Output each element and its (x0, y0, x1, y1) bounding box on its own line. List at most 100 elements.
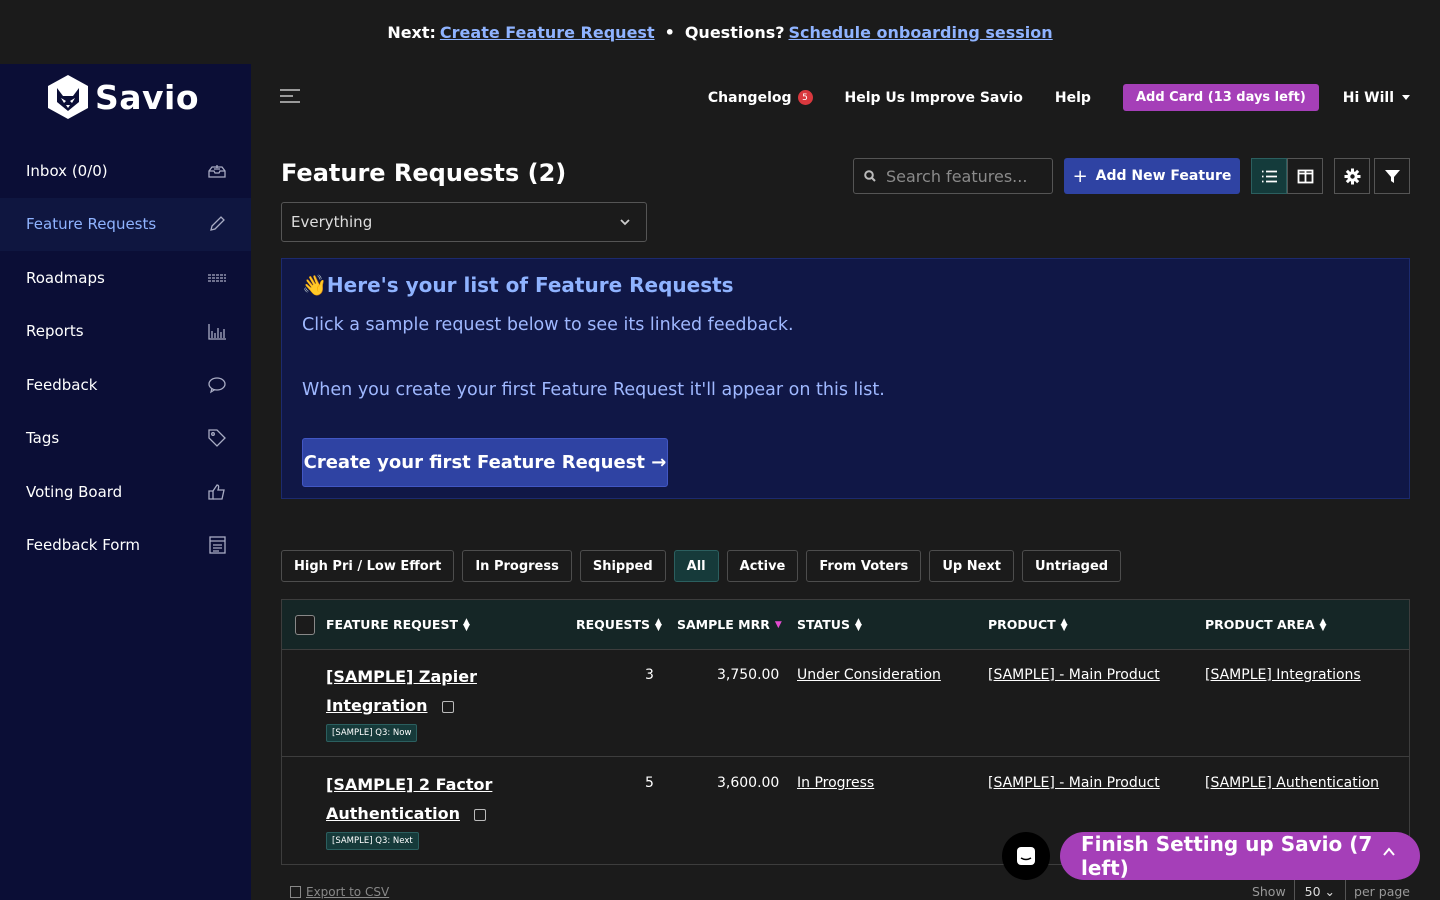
select-all-checkbox[interactable] (295, 615, 315, 635)
sidebar-item-inbox[interactable]: Inbox (0/0) (0, 144, 251, 198)
chip-untriaged[interactable]: Untriaged (1022, 550, 1122, 582)
sidebar-nav: Inbox (0/0) Feature Requests Roadmaps Re… (0, 144, 251, 572)
sidebar-item-roadmaps[interactable]: Roadmaps (0, 251, 251, 305)
sidebar-item-label: Tags (26, 429, 60, 448)
column-product[interactable]: PRODUCT ▲ ▼ (988, 617, 1068, 632)
feature-title-text: [SAMPLE] Zapier Integration (326, 667, 477, 715)
sort-desc-icon: ▼ (774, 619, 782, 630)
logo[interactable]: Savio (47, 74, 199, 120)
status-link[interactable]: Under Consideration (797, 667, 941, 683)
inbox-icon (208, 164, 226, 178)
note-icon (441, 700, 454, 713)
sort-icon: ▲ ▼ (1319, 616, 1327, 633)
sidebar-item-label: Feedback Form (26, 536, 140, 555)
search-icon (864, 170, 876, 182)
product-area-link[interactable]: [SAMPLE] Authentication (1205, 775, 1379, 791)
chip-up-next[interactable]: Up Next (929, 550, 1014, 582)
create-first-feature-request-button[interactable]: Create your first Feature Request → (302, 438, 668, 487)
export-csv-link[interactable]: Export to CSV (290, 885, 389, 899)
feature-title[interactable]: [SAMPLE] 2 Factor Authentication (326, 770, 506, 828)
add-new-feature-button[interactable]: + Add New Feature (1064, 158, 1240, 194)
funnel-icon (1384, 169, 1400, 183)
product-area-link[interactable]: [SAMPLE] Integrations (1205, 667, 1361, 683)
column-product-area[interactable]: PRODUCT AREA ▲ ▼ (1205, 617, 1326, 632)
product-link[interactable]: [SAMPLE] - Main Product (988, 775, 1160, 791)
chip-all[interactable]: All (673, 550, 719, 582)
sidebar-item-feedback-form[interactable]: Feedback Form (0, 519, 251, 573)
column-feature-request[interactable]: FEATURE REQUEST ▲ ▼ (326, 617, 470, 632)
next-label: Next: (387, 22, 436, 42)
column-label: PRODUCT (988, 617, 1056, 632)
changelog-link[interactable]: Changelog 5 (708, 90, 813, 106)
table-row[interactable]: [SAMPLE] Zapier Integration [SAMPLE] Q3:… (282, 650, 1409, 757)
chat-launcher-button[interactable] (1002, 832, 1050, 880)
feature-requests-table: FEATURE REQUEST ▲ ▼ REQUESTS ▲ ▼ SAMPLE MRR ▼… (281, 599, 1410, 865)
help-link[interactable]: Help (1055, 90, 1091, 106)
header-nav: Changelog 5 Help Us Improve Savio Help A… (676, 84, 1410, 111)
add-feature-label: Add New Feature (1095, 168, 1232, 184)
info-line-1: Click a sample request below to see its … (302, 315, 794, 335)
chip-active[interactable]: Active (726, 550, 799, 582)
sidebar-toggle-button[interactable] (279, 86, 301, 106)
schedule-onboarding-link[interactable]: Schedule onboarding session (789, 23, 1053, 42)
chevron-down-icon (620, 219, 630, 226)
plus-icon: + (1072, 165, 1088, 187)
sidebar-item-feature-requests[interactable]: Feature Requests (0, 197, 251, 251)
sidebar-item-tags[interactable]: Tags (0, 412, 251, 466)
sidebar-item-reports[interactable]: Reports (0, 305, 251, 359)
info-heading: 👋Here's your list of Feature Requests (302, 273, 734, 297)
board-view-button[interactable] (1287, 158, 1323, 194)
thumbs-up-icon (208, 484, 225, 500)
improve-savio-link[interactable]: Help Us Improve Savio (845, 90, 1023, 106)
columns-icon (1297, 169, 1313, 183)
per-page-select[interactable]: 50 ⌄ (1293, 880, 1347, 900)
tag-text: [SAMPLE] Q3: Next (332, 836, 413, 846)
chip-shipped[interactable]: Shipped (579, 550, 666, 582)
tag-text: [SAMPLE] Q3: Now (332, 728, 412, 738)
search-input[interactable]: Search features... (853, 158, 1053, 194)
search-placeholder: Search features... (886, 166, 1028, 186)
sidebar-item-label: Roadmaps (26, 268, 105, 287)
sort-icon: ▲ ▼ (655, 616, 662, 633)
chip-high-pri-low-effort[interactable]: High Pri / Low Effort (281, 550, 455, 582)
roadmap-icon (208, 274, 226, 282)
column-label: PRODUCT AREA (1205, 617, 1315, 632)
column-requests[interactable]: REQUESTS ▲ ▼ (576, 617, 662, 632)
chat-icon (1017, 847, 1035, 865)
column-sample-mrr[interactable]: SAMPLE MRR ▼ (677, 617, 782, 632)
questions-label: Questions? (684, 22, 785, 42)
sort-icon: ▲ ▼ (854, 616, 862, 633)
list-icon (1261, 170, 1277, 182)
gear-icon (1344, 168, 1360, 184)
sidebar-item-voting-board[interactable]: Voting Board (0, 465, 251, 519)
product-link[interactable]: [SAMPLE] - Main Product (988, 667, 1160, 683)
sort-icon: ▲ ▼ (462, 616, 470, 633)
chip-from-voters[interactable]: From Voters (806, 550, 922, 582)
status-link[interactable]: In Progress (797, 775, 874, 791)
settings-button[interactable] (1334, 158, 1370, 194)
add-card-button[interactable]: Add Card (13 days left) (1122, 84, 1319, 111)
list-view-button[interactable] (1251, 158, 1287, 194)
finish-setup-widget[interactable]: Finish Setting up Savio (7 left) (1060, 832, 1420, 880)
roadmap-tag: [SAMPLE] Q3: Next (326, 832, 419, 850)
create-feature-request-link[interactable]: Create Feature Request (440, 23, 655, 42)
bar-chart-icon (208, 324, 226, 340)
sidebar-item-feedback[interactable]: Feedback (0, 358, 251, 412)
column-label: FEATURE REQUEST (326, 617, 458, 632)
column-label: SAMPLE MRR (677, 617, 770, 632)
feature-title-text: [SAMPLE] 2 Factor Authentication (326, 775, 493, 823)
mrr-value: 3,600.00 (717, 775, 780, 791)
filter-value: Everything (291, 213, 373, 231)
roadmap-tag: [SAMPLE] Q3: Now (326, 724, 418, 742)
file-icon (290, 886, 301, 898)
chevron-up-icon (1383, 847, 1395, 856)
tag-icon (208, 429, 226, 448)
feature-title[interactable]: [SAMPLE] Zapier Integration (326, 662, 506, 720)
filter-button[interactable] (1374, 158, 1410, 194)
column-status[interactable]: STATUS ▲ ▼ (797, 617, 862, 632)
chip-in-progress[interactable]: In Progress (462, 550, 572, 582)
user-menu[interactable]: Hi Will (1343, 90, 1410, 106)
brand-name: Savio (95, 77, 200, 117)
info-line-2: When you create your first Feature Reque… (302, 380, 885, 400)
view-filter-select[interactable]: Everything (281, 202, 647, 242)
